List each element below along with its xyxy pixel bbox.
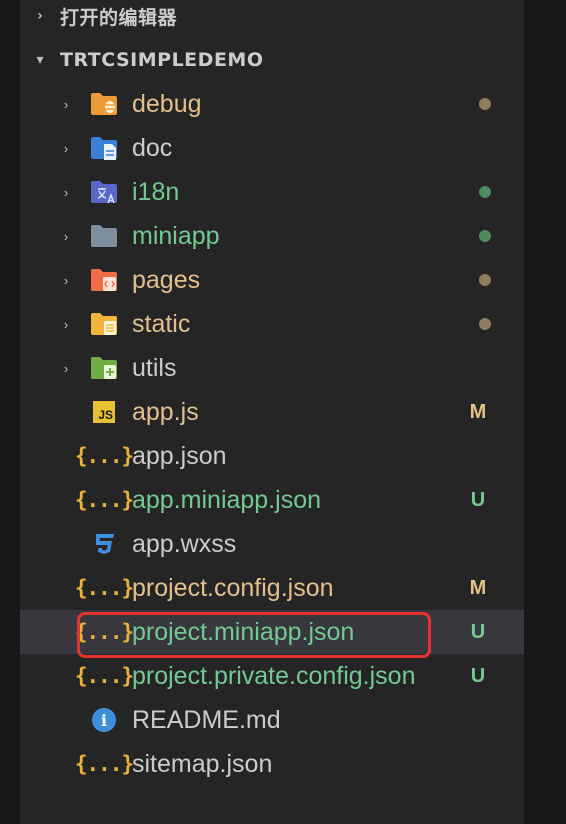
file-name: README.md [132, 706, 281, 734]
file-name: project.private.config.json [132, 662, 416, 690]
git-status-badge: M [469, 400, 487, 423]
json-file-icon: {...} [75, 574, 134, 602]
explorer-panel: › 打开的编辑器 ▾ TRTCSIMPLEDEMO › debug › doc … [0, 0, 566, 824]
json-file-icon: {...} [75, 486, 134, 514]
open-editors-section-header[interactable]: › 打开的编辑器 [20, 0, 524, 38]
tree-file-app-miniapp-json[interactable]: {...} app.miniapp.json U [20, 478, 524, 522]
json-braces-glyph: {...} [74, 488, 134, 512]
json-file-icon: {...} [75, 750, 134, 778]
git-status-badge: M [469, 576, 487, 599]
project-section-header[interactable]: ▾ TRTCSIMPLEDEMO [20, 38, 524, 82]
modified-dot-indicator [479, 98, 491, 110]
tree-file-app-json[interactable]: {...} app.json [20, 434, 524, 478]
tree-folder-utils[interactable]: › utils [20, 346, 524, 390]
tree-folder-debug[interactable]: › debug [20, 82, 524, 126]
folder-utils-icon [88, 354, 120, 382]
folder-i18n-icon [88, 178, 120, 206]
file-name: app.miniapp.json [132, 486, 322, 514]
tree-folder-miniapp[interactable]: › miniapp [20, 214, 524, 258]
tree-file-readme-md[interactable]: i README.md [20, 698, 524, 742]
folder-name: pages [132, 266, 201, 294]
folder-doc-icon [88, 134, 120, 162]
file-name: sitemap.json [132, 750, 273, 778]
folder-static-icon [88, 310, 120, 338]
folder-name: utils [132, 354, 177, 382]
json-braces-glyph: {...} [74, 752, 134, 776]
file-name: app.js [132, 398, 199, 426]
css-file-icon [88, 530, 120, 558]
tree-file-app-js[interactable]: JS app.js M [20, 390, 524, 434]
file-name: app.json [132, 442, 227, 470]
json-braces-glyph: {...} [74, 444, 134, 468]
chevron-right-icon: › [63, 360, 69, 376]
chevron-right-icon: › [63, 228, 69, 244]
project-root-label: TRTCSIMPLEDEMO [60, 49, 264, 71]
tree-folder-pages[interactable]: › pages [20, 258, 524, 302]
tree-folder-i18n[interactable]: › i18n [20, 170, 524, 214]
chevron-down-icon: ▾ [36, 52, 44, 68]
chevron-right-icon: › [63, 272, 69, 288]
json-file-icon: {...} [75, 442, 134, 470]
info-file-icon: i [88, 706, 120, 734]
folder-name: doc [132, 134, 173, 162]
open-editors-label: 打开的编辑器 [60, 6, 178, 29]
chevron-right-icon: › [63, 96, 69, 112]
file-name: project.config.json [132, 574, 334, 602]
untracked-dot-indicator [479, 186, 491, 198]
untracked-dot-indicator [479, 230, 491, 242]
git-status-badge: U [470, 620, 486, 643]
folder-name: miniapp [132, 222, 220, 250]
tree-file-project-config-json[interactable]: {...} project.config.json M [20, 566, 524, 610]
folder-name: static [132, 310, 191, 338]
json-braces-glyph: {...} [74, 664, 134, 688]
json-file-icon: {...} [75, 662, 134, 690]
tree-file-project-private-config-json[interactable]: {...} project.private.config.json U [20, 654, 524, 698]
tree-folder-doc[interactable]: › doc [20, 126, 524, 170]
json-braces-glyph: {...} [74, 576, 134, 600]
js-badge: JS [93, 401, 115, 423]
folder-name: debug [132, 90, 202, 118]
chevron-right-icon: › [63, 140, 69, 156]
annotation-highlight-box [77, 612, 431, 658]
tree-folder-static[interactable]: › static [20, 302, 524, 346]
info-glyph: i [92, 708, 116, 732]
chevron-right-icon: › [63, 316, 69, 332]
tree-file-app-wxss[interactable]: app.wxss [20, 522, 524, 566]
chevron-right-icon: › [37, 8, 43, 24]
folder-name: i18n [132, 178, 180, 206]
folder-debug-icon [88, 90, 120, 118]
folder-icon [88, 222, 120, 250]
tree-file-sitemap-json[interactable]: {...} sitemap.json [20, 742, 524, 786]
js-file-icon: JS [88, 398, 120, 426]
modified-dot-indicator [479, 274, 491, 286]
chevron-right-icon: › [63, 184, 69, 200]
git-status-badge: U [470, 488, 486, 511]
git-status-badge: U [470, 664, 486, 687]
modified-dot-indicator [479, 318, 491, 330]
file-name: app.wxss [132, 530, 237, 558]
folder-pages-icon [88, 266, 120, 294]
